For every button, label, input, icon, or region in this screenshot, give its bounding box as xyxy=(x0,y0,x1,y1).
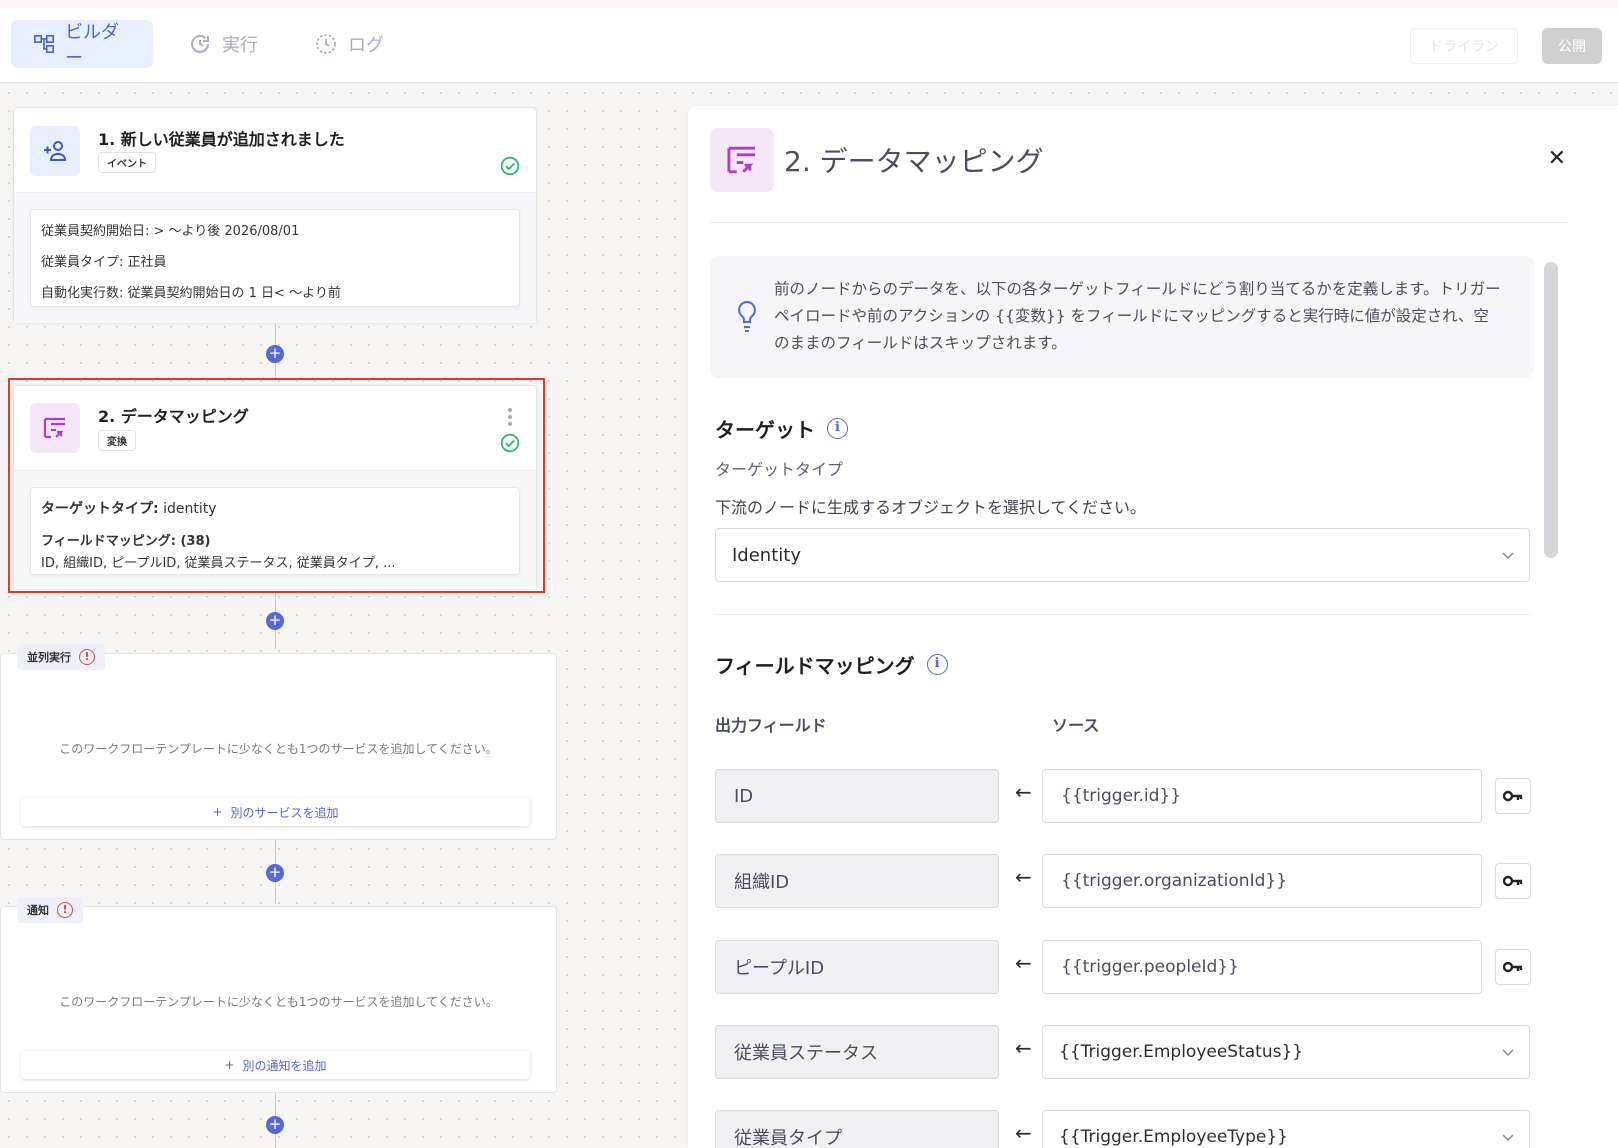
key-icon xyxy=(1503,790,1523,802)
target-heading: ターゲット xyxy=(715,418,815,442)
tab-logs-label: ログ xyxy=(348,35,384,56)
tab-builder-label: ビルダー xyxy=(65,22,119,69)
key-button[interactable] xyxy=(1495,949,1531,985)
target-description: 下流のノードに生成するオブジェクトを選択してください。 xyxy=(715,498,1147,517)
tab-runs[interactable]: 実行 xyxy=(166,20,280,68)
add-step-plus-icon[interactable]: + xyxy=(266,1116,284,1134)
notify-tag: 通知 ! xyxy=(17,897,83,923)
source-select-value: {{Trigger.EmployeeType}} xyxy=(1059,1127,1288,1147)
warning-icon: ! xyxy=(79,649,95,665)
tab-logs[interactable]: ログ xyxy=(292,20,406,68)
info-icon[interactable]: i xyxy=(926,654,948,675)
info-icon[interactable]: i xyxy=(827,418,848,439)
condition-line: 従業員契約開始日: > 〜より後 2026/08/01 xyxy=(41,224,300,239)
source-select[interactable]: {{Trigger.EmployeeType}} xyxy=(1042,1110,1530,1148)
source-header: ソース xyxy=(1052,716,1100,735)
builder-icon xyxy=(34,34,54,54)
parallel-empty-text: このワークフローテンプレートに少なくとも1つのサービスを追加してください。 xyxy=(59,742,498,756)
target-type-label: ターゲットタイプ xyxy=(715,460,844,479)
node-event-badge: イベント xyxy=(98,152,156,173)
condition-line: 従業員タイプ: 正社員 xyxy=(41,255,167,270)
selected-node-highlight xyxy=(8,378,545,593)
warning-icon: ! xyxy=(57,902,73,918)
info-text: 前のノードからのデータを、以下の各ターゲットフィールドにどう割り当てるかを定義し… xyxy=(774,280,1501,352)
panel-scrollbar[interactable] xyxy=(1544,262,1558,558)
dry-run-button[interactable]: ドライラン xyxy=(1410,28,1518,64)
node-config-panel: 2. データマッピング ✕ 前のノードからのデータを、以下の各ターゲットフィール… xyxy=(688,106,1618,1148)
output-field: ピープルID xyxy=(715,940,999,994)
source-input[interactable]: {{trigger.organizationId}} xyxy=(1042,854,1482,908)
publish-button[interactable]: 公開 xyxy=(1542,28,1602,64)
target-type-select[interactable]: Identity xyxy=(715,528,1530,582)
panel-title: 2. データマッピング xyxy=(784,145,1044,178)
source-select[interactable]: {{Trigger.EmployeeStatus}} xyxy=(1042,1025,1530,1079)
node-event-conditions: 従業員契約開始日: > 〜より後 2026/08/01 従業員タイプ: 正社員 … xyxy=(30,209,520,307)
chevron-down-icon xyxy=(1502,1049,1514,1057)
chevron-down-icon xyxy=(1502,552,1514,560)
output-field: ID xyxy=(715,769,999,823)
source-input[interactable]: {{trigger.peopleId}} xyxy=(1042,940,1482,994)
parallel-tag-label: 並列実行 xyxy=(27,651,71,664)
mapping-section-heading: フィールドマッピング i xyxy=(715,650,948,679)
parallel-tag: 並列実行 ! xyxy=(17,644,105,670)
arrow-left-icon: ← xyxy=(1015,865,1032,889)
add-person-icon xyxy=(30,126,80,176)
source-select-value: {{Trigger.EmployeeStatus}} xyxy=(1059,1042,1304,1062)
top-bar: ビルダー 実行 ログ ドライラン 公開 xyxy=(0,8,1618,83)
mapping-heading: フィールドマッピング xyxy=(715,654,915,678)
chevron-down-icon xyxy=(1502,1134,1514,1142)
notify-empty-text: このワークフローテンプレートに少なくとも1つのサービスを追加してください。 xyxy=(59,995,498,1009)
log-icon xyxy=(316,34,336,54)
add-step-plus-icon[interactable]: + xyxy=(266,864,284,882)
target-type-selected: Identity xyxy=(732,544,801,566)
output-field-header: 出力フィールド xyxy=(715,716,827,735)
add-notification-label: 別の通知を追加 xyxy=(242,1058,327,1073)
add-step-plus-icon[interactable]: + xyxy=(266,612,284,630)
section-divider xyxy=(715,614,1530,615)
arrow-left-icon: ← xyxy=(1015,951,1032,975)
tab-builder[interactable]: ビルダー xyxy=(11,20,153,69)
data-mapping-icon xyxy=(710,128,774,192)
close-icon[interactable]: ✕ xyxy=(1548,146,1566,171)
output-field: 従業員タイプ xyxy=(715,1110,999,1148)
plus-icon: + xyxy=(212,805,223,819)
arrow-left-icon: ← xyxy=(1015,1036,1032,1060)
notify-tag-label: 通知 xyxy=(27,904,49,917)
source-input[interactable]: {{trigger.id}} xyxy=(1042,769,1482,823)
check-circle-icon xyxy=(500,156,520,176)
parallel-group: 並列実行 ! このワークフローテンプレートに少なくとも1つのサービスを追加してく… xyxy=(0,644,557,840)
node-event-title: 1. 新しい従業員が追加されました xyxy=(98,130,345,149)
lightbulb-icon xyxy=(738,300,756,332)
target-section-heading: ターゲット i xyxy=(715,414,848,443)
arrow-left-icon: ← xyxy=(1015,1121,1032,1145)
arrow-left-icon: ← xyxy=(1015,780,1032,804)
key-button[interactable] xyxy=(1495,778,1531,814)
output-field: 組織ID xyxy=(715,854,999,908)
key-icon xyxy=(1503,875,1523,887)
add-step-plus-icon[interactable]: + xyxy=(266,345,284,363)
add-notification-button[interactable]: + 別の通知を追加 xyxy=(21,1051,530,1079)
add-service-button[interactable]: + 別のサービスを追加 xyxy=(21,798,530,826)
top-strip xyxy=(0,0,1618,8)
panel-divider xyxy=(710,222,1566,223)
output-field: 従業員ステータス xyxy=(715,1025,999,1079)
add-service-label: 別のサービスを追加 xyxy=(230,805,339,820)
key-icon xyxy=(1503,961,1523,973)
tab-runs-label: 実行 xyxy=(222,35,258,56)
info-callout: 前のノードからのデータを、以下の各ターゲットフィールドにどう割り当てるかを定義し… xyxy=(710,256,1534,378)
node-event-card[interactable]: 1. 新しい従業員が追加されました イベント 従業員契約開始日: > 〜より後 … xyxy=(13,107,537,323)
condition-line: 自動化実行数: 従業員契約開始日の 1 日< 〜より前 xyxy=(41,286,341,301)
notify-group: 通知 ! このワークフローテンプレートに少なくとも1つのサービスを追加してくださ… xyxy=(0,897,557,1093)
key-button[interactable] xyxy=(1495,863,1531,899)
plus-icon: + xyxy=(224,1058,235,1072)
refresh-icon xyxy=(191,35,209,53)
